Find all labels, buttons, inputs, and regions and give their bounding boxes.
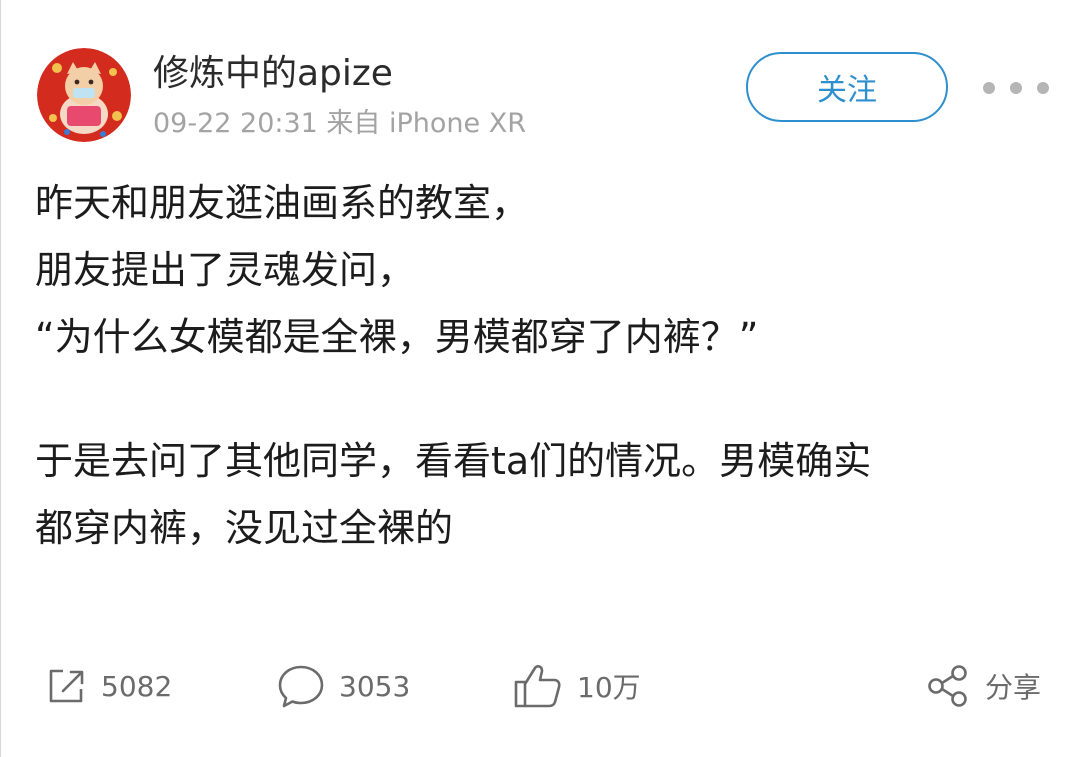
post-card: 修炼中的apize 09-22 20:31 来自 iPhone XR 关注 昨天… bbox=[0, 0, 1080, 757]
repost-button[interactable]: 5082 bbox=[45, 660, 172, 712]
comment-button[interactable]: 3053 bbox=[277, 660, 410, 712]
post-text-line: “为什么女模都是全裸，男模都穿了内裤？” bbox=[35, 315, 759, 359]
more-dots-icon bbox=[1010, 82, 1022, 94]
share-icon bbox=[928, 665, 967, 707]
more-options-button[interactable] bbox=[983, 76, 1049, 100]
comment-icon bbox=[278, 665, 324, 708]
thumbs-up-icon bbox=[514, 665, 561, 708]
post-text-line: 朋友提出了灵魂发问， bbox=[35, 248, 416, 292]
avatar[interactable] bbox=[37, 48, 131, 142]
repost-icon bbox=[49, 669, 84, 703]
share-label: 分享 bbox=[985, 671, 1042, 704]
more-dots-icon bbox=[1037, 82, 1049, 94]
post-blank-line bbox=[35, 371, 1045, 428]
follow-button[interactable]: 关注 bbox=[746, 52, 948, 122]
repost-count: 5082 bbox=[101, 669, 173, 703]
avatar-illustration bbox=[37, 48, 131, 142]
comment-count: 3053 bbox=[339, 669, 411, 703]
post-text-line: 昨天和朋友逛油画系的教室， bbox=[35, 181, 530, 225]
post-timestamp-source: 09-22 20:31 来自 iPhone XR bbox=[153, 108, 526, 139]
share-button[interactable]: 分享 bbox=[925, 660, 1041, 712]
more-dots-icon bbox=[983, 82, 995, 94]
like-count: 10万 bbox=[577, 671, 641, 704]
post-text-line: 于是去问了其他同学，看看ta们的情况。男模确实 bbox=[35, 439, 872, 483]
post-content: 昨天和朋友逛油画系的教室， 朋友提出了灵魂发问， “为什么女模都是全裸，男模都穿… bbox=[35, 170, 1045, 562]
author-name[interactable]: 修炼中的apize bbox=[153, 50, 393, 98]
like-button[interactable]: 10万 bbox=[513, 660, 641, 712]
post-text-line: 都穿内裤，没见过全裸的 bbox=[35, 506, 454, 550]
